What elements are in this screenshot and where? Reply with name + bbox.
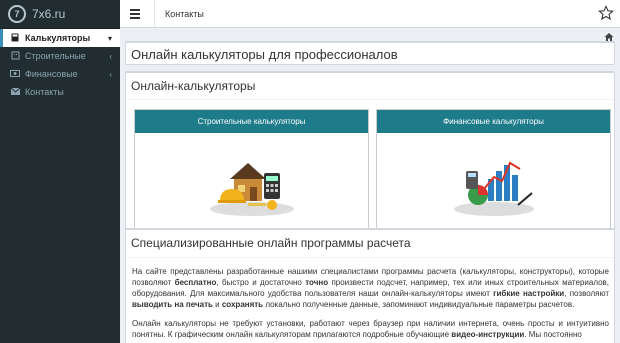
text: , быстро и достаточно xyxy=(216,278,306,287)
top-header: Контакты xyxy=(120,0,620,28)
construction-illustration[interactable] xyxy=(135,133,368,234)
sidebar-item-label: Калькуляторы xyxy=(25,33,91,43)
card-title[interactable]: Строительные калькуляторы xyxy=(135,110,368,133)
money-icon xyxy=(10,69,20,79)
finance-calculators-card[interactable]: Финансовые калькуляторы xyxy=(376,109,611,235)
calculators-box: Онлайн-калькуляторы Строительные калькул… xyxy=(125,71,615,244)
page-title: Онлайн калькуляторы для профессионалов xyxy=(131,47,398,62)
emphasis: выводить на печать xyxy=(132,300,213,309)
programs-box: Специализированные онлайн программы расч… xyxy=(125,228,615,343)
sidebar-item-contacts[interactable]: Контакты xyxy=(0,83,120,101)
logo[interactable]: 7 7x6.ru xyxy=(0,0,120,28)
sidebar-item-label: Финансовые xyxy=(25,69,78,79)
emphasis: бесплатно xyxy=(174,278,217,287)
logo-text: 7x6.ru xyxy=(32,7,66,21)
sidebar-item-label: Строительные xyxy=(25,51,86,61)
text: . Мы постоянно xyxy=(524,330,582,339)
description-paragraph: Онлайн калькуляторы не требуют установки… xyxy=(126,310,614,340)
section-title: Онлайн-калькуляторы xyxy=(126,73,614,100)
section-title: Специализированные онлайн программы расч… xyxy=(126,230,614,258)
header-divider xyxy=(154,0,155,28)
construction-calculators-card[interactable]: Строительные калькуляторы xyxy=(134,109,369,235)
emphasis: видео-инструкции xyxy=(451,330,525,339)
sidebar-item-calculators[interactable]: Калькуляторы ▾ xyxy=(0,29,120,47)
description-paragraph: На сайте представлены разработанные наши… xyxy=(126,258,614,310)
chevron-left-icon: ‹ xyxy=(109,69,112,79)
main-content: Онлайн калькуляторы для профессионалов О… xyxy=(120,28,620,343)
sidebar-item-construction[interactable]: Строительные ‹ xyxy=(0,47,120,65)
emphasis: гибкие настройки xyxy=(493,289,565,298)
star-icon[interactable] xyxy=(598,5,614,21)
building-icon xyxy=(10,51,20,62)
finance-illustration[interactable] xyxy=(377,133,610,234)
chevron-left-icon: ‹ xyxy=(109,51,112,61)
header-contacts-link[interactable]: Контакты xyxy=(165,9,204,19)
emphasis: сохранять xyxy=(221,300,264,309)
sidebar: 7 7x6.ru Калькуляторы ▾ Строительные ‹ Ф… xyxy=(0,0,120,343)
text: , позволяют xyxy=(564,289,609,298)
page-title-box: Онлайн калькуляторы для профессионалов xyxy=(125,41,615,65)
text: и xyxy=(212,300,222,309)
calculator-icon xyxy=(10,33,20,44)
sidebar-item-label: Контакты xyxy=(25,87,64,97)
chevron-down-icon: ▾ xyxy=(107,33,112,43)
sidebar-item-finance[interactable]: Финансовые ‹ xyxy=(0,65,120,83)
text: локально полученные данные, запоминают и… xyxy=(263,300,575,309)
logo-mark: 7 xyxy=(8,5,26,23)
card-title[interactable]: Финансовые калькуляторы xyxy=(377,110,610,133)
emphasis: точно xyxy=(305,278,329,287)
menu-toggle-icon[interactable] xyxy=(130,7,140,21)
envelope-icon xyxy=(10,87,20,97)
